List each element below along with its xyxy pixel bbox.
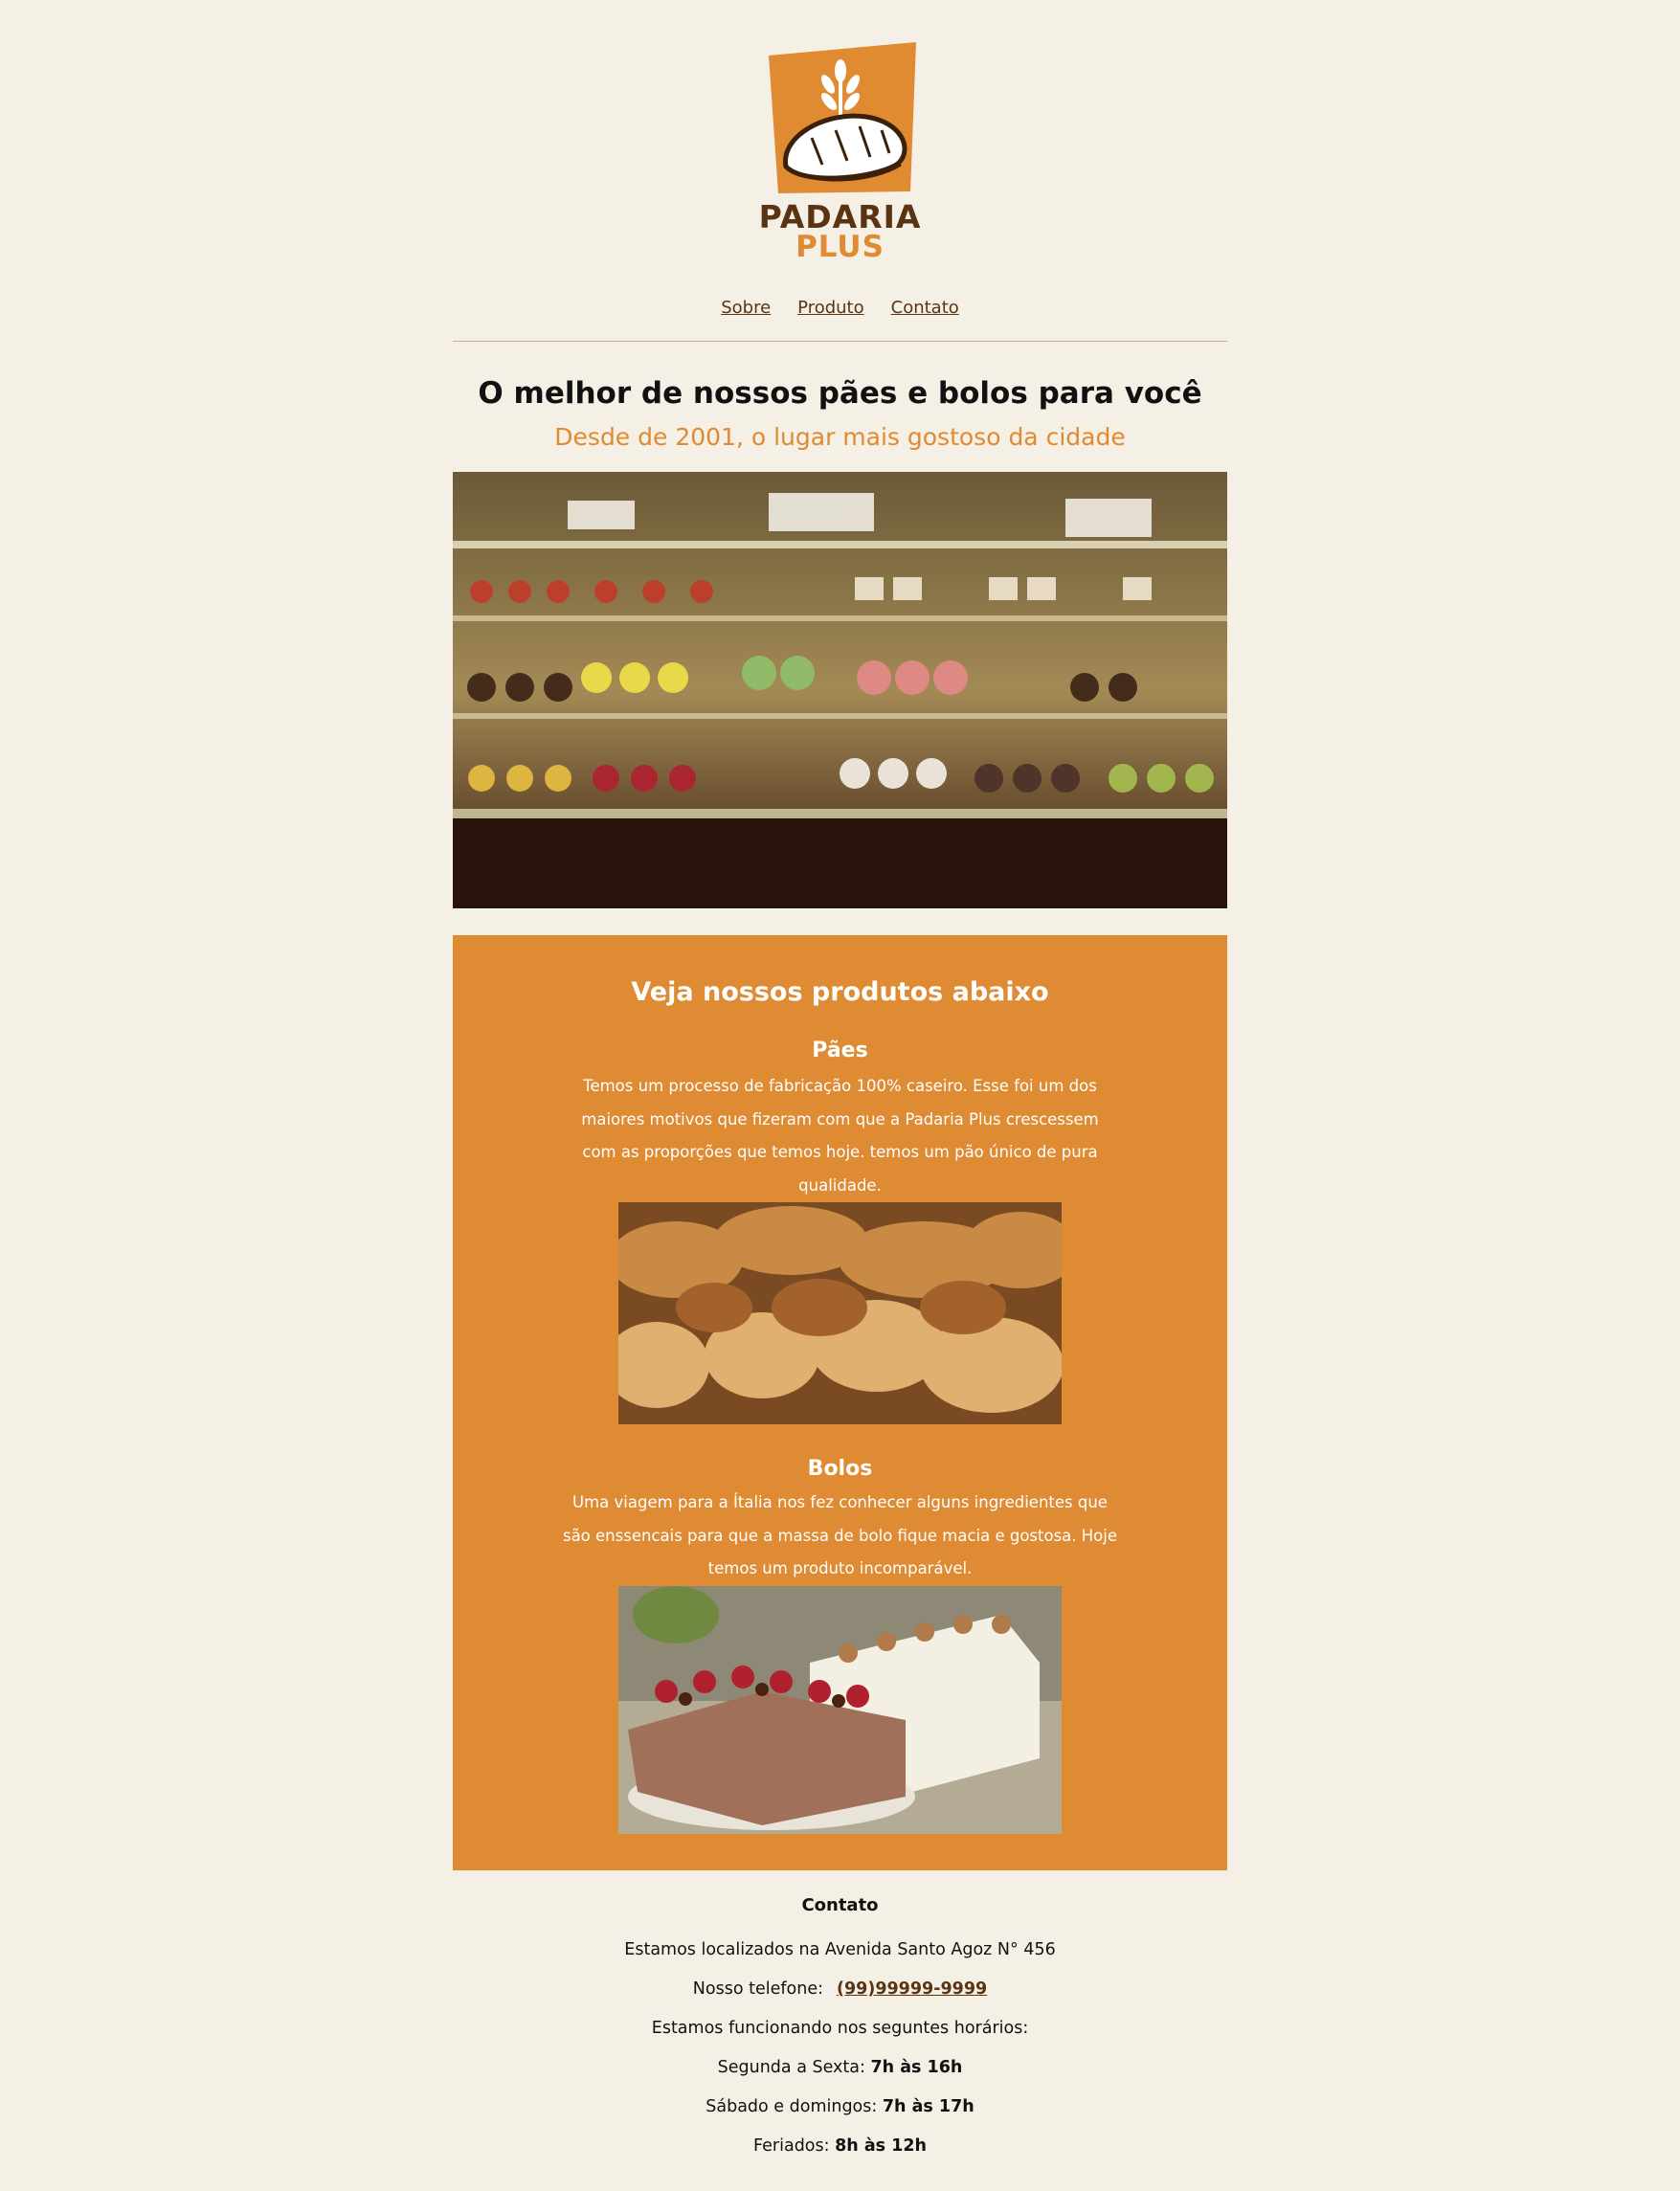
nav-link-produto[interactable]: Produto xyxy=(797,298,863,318)
hours-value: 8h às 12h xyxy=(835,2136,927,2156)
hours-value: 7h às 17h xyxy=(882,2097,974,2116)
product-title-paes: Pães xyxy=(812,1039,868,1062)
bakery-display-image xyxy=(453,472,1227,908)
nav-link-sobre[interactable]: Sobre xyxy=(721,298,771,318)
hero-title: O melhor de nossos pães e bolos para voc… xyxy=(478,376,1202,411)
logo-text-bottom: PLUS xyxy=(795,230,885,264)
phone-link[interactable]: (99)99999-9999 xyxy=(837,1979,987,1999)
products-heading: Veja nossos produtos abaixo xyxy=(631,977,1049,1007)
contact-section: Contato Estamos localizados na Avenida S… xyxy=(453,1895,1227,2157)
phone-label: Nosso telefone: xyxy=(692,1979,823,1999)
header-divider xyxy=(453,341,1227,342)
hours-row: Feriados: 8h às 12h xyxy=(453,2135,1227,2157)
hours-label: Feriados: xyxy=(753,2136,830,2156)
product-description-paes: Temos um processo de fabricação 100% cas… xyxy=(581,1077,1099,1195)
hours-row: Sábado e domingos: 7h às 17h xyxy=(453,2096,1227,2118)
product-title-bolos: Bolos xyxy=(807,1457,873,1481)
products-section: Veja nossos produtos abaixo Pães Temos u… xyxy=(453,935,1227,1870)
hours-label: Sábado e domingos: xyxy=(706,2097,878,2116)
product-description-bolos: Uma viagem para a Ítalia nos fez conhece… xyxy=(562,1493,1118,1577)
contact-phone-row: Nosso telefone: (99)99999-9999 xyxy=(453,1979,1227,2001)
cakes-image xyxy=(618,1585,1062,1834)
breads-image xyxy=(618,1202,1062,1424)
nav-link-contato[interactable]: Contato xyxy=(891,298,959,318)
hours-intro: Estamos funcionando nos seguntes horário… xyxy=(651,2019,1029,2038)
contact-title: Contato xyxy=(801,1895,879,1915)
hours-value: 7h às 16h xyxy=(870,2058,963,2077)
hours-label: Segunda a Sexta: xyxy=(717,2058,865,2077)
hours-row: Segunda a Sexta: 7h às 16h xyxy=(453,2057,1227,2079)
bread-logo-icon xyxy=(768,42,916,193)
brand-logo[interactable]: PADARIA PLUS xyxy=(759,42,922,262)
main-nav: Sobre Produto Contato xyxy=(453,298,1227,318)
page: PADARIA PLUS Sobre Produto Contato O mel… xyxy=(453,0,1227,2157)
hero-subtitle: Desde de 2001, o lugar mais gostoso da c… xyxy=(554,423,1126,451)
contact-address: Estamos localizados na Avenida Santo Ago… xyxy=(624,1940,1056,1959)
logo-text-top: PADARIA xyxy=(758,198,922,235)
